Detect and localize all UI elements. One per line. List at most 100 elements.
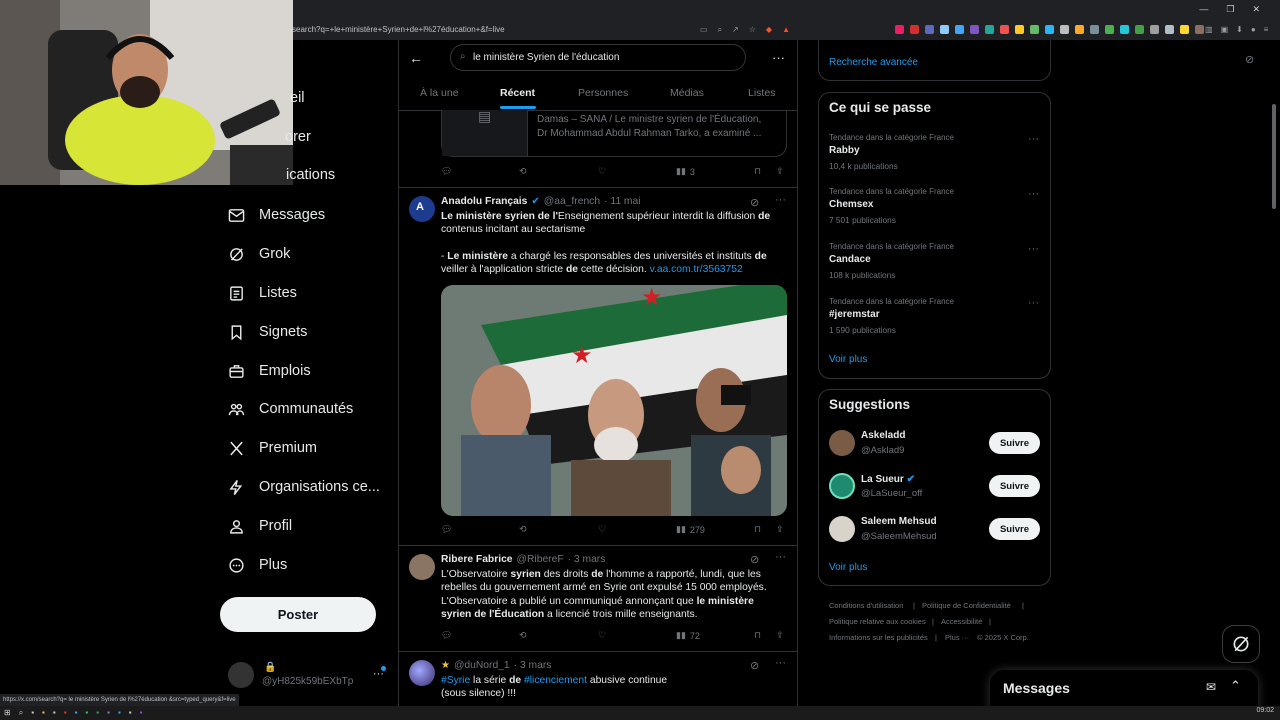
downloads-icon[interactable]: ⬇ (1236, 25, 1243, 34)
nav-item-home-partial[interactable]: eil (290, 90, 305, 106)
extension-icon[interactable] (910, 25, 919, 34)
extension-icon[interactable] (940, 25, 949, 34)
bookmark-icon[interactable]: ⊓ (754, 524, 761, 535)
tab-media[interactable]: Médias (670, 87, 704, 99)
footer-link[interactable]: Conditions d'utilisation (829, 601, 903, 610)
back-arrow-icon[interactable]: ← (409, 50, 423, 66)
suggestion-handle[interactable]: @Asklad9 (861, 445, 904, 456)
extension-icon[interactable] (970, 25, 979, 34)
author-handle[interactable]: @aa_french (544, 196, 600, 207)
tab-latest[interactable]: Récent (500, 87, 535, 99)
extension-icon[interactable] (1015, 25, 1024, 34)
views-count[interactable]: ▮▮ 279 (676, 524, 705, 535)
tweet-image[interactable]: ★ ★ (441, 285, 787, 516)
wallet-icon[interactable]: ▣ (1221, 25, 1229, 34)
nav-item-communities[interactable]: Communautés (228, 397, 353, 421)
reply-icon[interactable]: 💬︎ (441, 524, 452, 535)
grok-floating-button[interactable] (1222, 625, 1260, 663)
suggestion-handle[interactable]: @LaSueur_off (861, 488, 922, 499)
trend-more-icon[interactable]: ··· (1028, 133, 1039, 145)
follow-button[interactable]: Suivre (989, 475, 1040, 497)
retweet-icon[interactable]: ⟲ (519, 166, 527, 177)
author-handle[interactable]: @duNord_1 (454, 660, 510, 671)
nav-item-more[interactable]: Plus (228, 553, 287, 577)
link-card[interactable]: ▤ Damas – SANA / Le ministre syrien de l… (441, 108, 787, 157)
like-icon[interactable]: ♡ (598, 166, 606, 177)
extension-icon[interactable] (1090, 25, 1099, 34)
trend-more-icon[interactable]: ··· (1028, 297, 1039, 309)
tweet-date[interactable]: · 11 mai (604, 196, 640, 207)
share-icon[interactable]: ↗ (732, 25, 739, 35)
avatar[interactable] (409, 660, 435, 686)
author-name[interactable]: Anadolu Français (441, 196, 527, 207)
nav-item-organizations[interactable]: Organisations ce... (228, 475, 380, 499)
tab-people[interactable]: Personnes (578, 87, 628, 99)
extension-icon[interactable] (1105, 25, 1114, 34)
trend-name[interactable]: Rabby (829, 145, 860, 156)
tweet-date[interactable]: · 3 mars (514, 660, 552, 671)
suggestion-name[interactable]: Saleem Mehsud (861, 516, 937, 527)
system-clock[interactable]: 09:02 (1256, 707, 1274, 714)
extension-icon[interactable] (985, 25, 994, 34)
tweet-date[interactable]: · 3 mars (568, 554, 606, 565)
trend-more-icon[interactable]: ··· (1028, 243, 1039, 255)
extension-icon[interactable] (1150, 25, 1159, 34)
block-icon[interactable]: ⊘ (750, 553, 759, 566)
tab-top[interactable]: À la une (420, 87, 459, 99)
avatar[interactable] (409, 554, 435, 580)
extension-icon[interactable] (1180, 25, 1189, 34)
show-more-suggestions-link[interactable]: Voir plus (829, 562, 867, 573)
more-options-icon[interactable]: ··· (772, 50, 785, 65)
share-icon[interactable]: ⇪ (776, 630, 784, 641)
tweet-link[interactable]: v.aa.com.tr/3563752 (650, 264, 743, 275)
footer-link[interactable]: Politique relative aux cookies (829, 617, 926, 626)
avatar[interactable] (829, 516, 855, 542)
views-count[interactable]: ▮▮ 72 (676, 630, 700, 641)
nav-item-bookmarks[interactable]: Signets (228, 320, 307, 344)
follow-button[interactable]: Suivre (989, 518, 1040, 540)
nav-item-premium[interactable]: Premium (228, 436, 317, 460)
taskbar-app-icon[interactable]: ▪ (129, 708, 132, 718)
footer-link[interactable]: Accessibilité (941, 617, 982, 626)
avatar[interactable] (829, 430, 855, 456)
account-avatar[interactable] (228, 662, 254, 688)
trend-name[interactable]: Chemsex (829, 199, 873, 210)
menu-icon[interactable]: ≡ (1264, 25, 1269, 34)
brave-shield-icon[interactable]: ◆ (766, 25, 772, 35)
views-count[interactable]: ▮▮ 3 (676, 166, 695, 177)
extension-icon[interactable] (1120, 25, 1129, 34)
expand-icon[interactable]: ⌃ (1230, 678, 1241, 694)
block-icon[interactable]: ⊘ (750, 659, 759, 672)
share-icon[interactable]: ⇪ (776, 166, 784, 177)
hashtag-link[interactable]: #Syrie (441, 675, 470, 686)
tweet-more-icon[interactable]: ··· (775, 657, 786, 669)
new-message-icon[interactable]: ✉ (1206, 680, 1216, 694)
nav-item-jobs[interactable]: Emplois (228, 359, 311, 383)
windows-start-icon[interactable]: ⊞ (4, 708, 11, 718)
account-handle[interactable]: @yH825k59bEXbTp (262, 676, 353, 687)
reply-icon[interactable]: 💬︎ (441, 166, 452, 177)
taskbar-app-icon[interactable]: ▪ (75, 708, 78, 718)
taskbar-app-icon[interactable]: ▪ (140, 708, 143, 718)
brave-rewards-icon[interactable]: ▲ (782, 25, 790, 35)
extension-icon[interactable] (925, 25, 934, 34)
profile-icon[interactable]: ● (1251, 25, 1256, 34)
taskbar-app-icon[interactable]: ▪ (107, 708, 110, 718)
hashtag-link[interactable]: #licenciement (524, 675, 587, 686)
suggestion-name[interactable]: La Sueur ✔ (861, 474, 915, 485)
nav-item-lists[interactable]: Listes (228, 281, 297, 305)
bookmark-star-icon[interactable]: ☆ (749, 25, 756, 35)
trend-name[interactable]: Candace (829, 254, 871, 265)
taskbar-app-icon[interactable]: ▪ (85, 708, 88, 718)
block-icon[interactable]: ⊘ (750, 196, 759, 209)
suggestion-name[interactable]: Askeladd (861, 430, 905, 441)
avatar[interactable]: A (409, 196, 435, 222)
extension-icon[interactable] (1075, 25, 1084, 34)
nav-item-grok[interactable]: Grok (228, 242, 290, 266)
suggestion-handle[interactable]: @SaleemMehsud (861, 531, 937, 542)
tweet-more-icon[interactable]: ··· (775, 194, 786, 206)
taskbar-app-icon[interactable]: ▪ (96, 708, 99, 718)
translate-icon[interactable]: ▭ (700, 25, 708, 35)
author-handle[interactable]: @RibereF (517, 554, 564, 565)
close-icon[interactable]: ✕ (1252, 4, 1260, 15)
